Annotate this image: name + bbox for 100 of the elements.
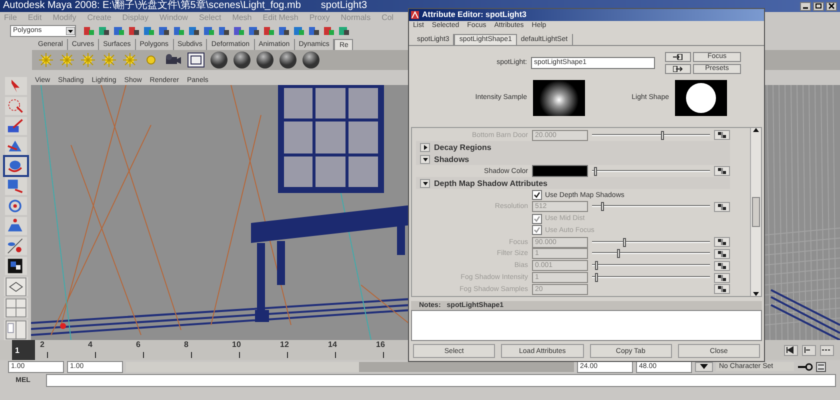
close-button[interactable] [826, 2, 837, 10]
step-back-icon[interactable] [802, 344, 816, 356]
map-button[interactable] [714, 272, 730, 283]
map-button[interactable] [714, 130, 730, 140]
arrow-icon [673, 54, 683, 60]
map-button[interactable] [714, 166, 730, 176]
range-slider[interactable] [126, 362, 574, 372]
checker-icon [718, 204, 726, 210]
tool-icon[interactable] [113, 24, 125, 36]
rotate-icon[interactable] [4, 156, 26, 175]
expand-button[interactable] [420, 154, 430, 164]
triangle-icon [422, 144, 428, 150]
map-button[interactable] [714, 248, 730, 259]
intensity-sample-swatch [533, 80, 585, 116]
checkbox[interactable] [532, 190, 542, 200]
preferences-icon[interactable] [816, 362, 826, 372]
four-pane-layout-icon[interactable] [4, 298, 28, 318]
notes-field[interactable] [411, 310, 762, 341]
restore-button[interactable] [813, 2, 824, 10]
dots-icon[interactable] [820, 344, 834, 356]
manipulator-icon[interactable] [4, 196, 26, 215]
sphere-icon[interactable] [279, 51, 297, 69]
check-icon [534, 192, 540, 198]
map-button[interactable] [714, 284, 730, 294]
show-manipulator-icon[interactable] [4, 236, 26, 255]
viewport-scene-drawing[interactable] [31, 85, 408, 340]
frame-label: 12 [279, 340, 290, 351]
section-header[interactable]: Decay Regions [416, 141, 730, 154]
lasso-icon[interactable] [4, 96, 26, 115]
color-swatch[interactable] [532, 165, 588, 178]
tool-icon[interactable] [203, 24, 215, 36]
triangle-icon [422, 180, 428, 186]
output-connection-button[interactable] [665, 64, 691, 74]
down-arrow-icon [753, 292, 759, 296]
render-frame-icon[interactable] [187, 52, 205, 68]
tool-icon[interactable] [293, 24, 305, 36]
minimize-button[interactable] [800, 2, 811, 10]
section-header[interactable]: Depth Map Shadow Attributes [416, 177, 730, 190]
soft-modify-icon[interactable] [4, 216, 26, 235]
app-logo-icon [411, 10, 419, 19]
tool-icon[interactable] [323, 24, 335, 36]
key-icon[interactable] [797, 362, 813, 370]
caret-icon [66, 26, 75, 34]
scale-icon[interactable] [4, 176, 26, 195]
tool-icon[interactable] [233, 24, 245, 36]
tool-icon[interactable] [83, 24, 95, 36]
slider-thumb[interactable] [594, 166, 598, 176]
input-connection-button[interactable] [665, 52, 691, 62]
section-title: Decay Regions [434, 142, 492, 152]
move-icon[interactable] [4, 136, 26, 155]
caret-icon [700, 364, 708, 369]
tool-icon[interactable] [158, 24, 170, 36]
scrollbar[interactable] [750, 128, 761, 296]
range-handle[interactable] [126, 362, 359, 372]
frame-label: 10 [231, 340, 242, 351]
tool-icon[interactable] [338, 24, 350, 36]
go-to-start-icon[interactable] [784, 344, 798, 356]
tool-icon[interactable] [278, 24, 290, 36]
triangle-icon [422, 156, 428, 162]
frame-label: 8 [183, 340, 190, 351]
expand-button[interactable] [420, 142, 430, 152]
tool-icon[interactable] [98, 24, 110, 36]
last-tool-icon[interactable] [4, 256, 26, 275]
sphere-icon[interactable] [302, 51, 320, 69]
arrow-icon [673, 66, 683, 72]
sphere-icon[interactable] [233, 51, 251, 69]
circle-icon [685, 82, 717, 114]
tool-icon[interactable] [128, 24, 140, 36]
two-pane-layout-icon[interactable] [4, 320, 28, 340]
frame-label: 2 [39, 340, 46, 351]
section-title: Shadows [434, 154, 470, 164]
window-title: spotLight3 [320, 0, 368, 12]
tool-icon[interactable] [143, 24, 155, 36]
map-button[interactable] [714, 237, 730, 248]
character-set-dropdown[interactable] [695, 362, 713, 372]
tool-icon[interactable] [188, 24, 200, 36]
tool-icon[interactable] [263, 24, 275, 36]
sphere-icon[interactable] [256, 51, 274, 69]
sphere-icon[interactable] [210, 51, 228, 69]
map-button[interactable] [714, 202, 730, 212]
tool-icon[interactable] [218, 24, 230, 36]
single-pane-layout-icon[interactable] [4, 276, 28, 296]
section-header[interactable]: Shadows [416, 153, 730, 166]
expand-button[interactable] [420, 178, 430, 188]
scroll-thumb [752, 197, 760, 228]
slider[interactable] [592, 166, 710, 176]
checker-icon [718, 168, 726, 174]
paint-select-icon[interactable] [4, 116, 26, 135]
up-arrow-icon [753, 128, 759, 132]
window-title: Attribute Editor: spotLight3 [422, 10, 526, 20]
checker-icon [718, 132, 726, 138]
camera-icon[interactable] [164, 53, 182, 67]
tool-icon[interactable] [173, 24, 185, 36]
command-field[interactable] [46, 374, 836, 386]
viewport-grid-drawing[interactable] [765, 85, 840, 340]
frame-label: 16 [375, 340, 386, 351]
tool-icon[interactable] [308, 24, 320, 36]
tool-icon[interactable] [248, 24, 260, 36]
map-button[interactable] [714, 260, 730, 271]
close-icon [828, 3, 835, 9]
